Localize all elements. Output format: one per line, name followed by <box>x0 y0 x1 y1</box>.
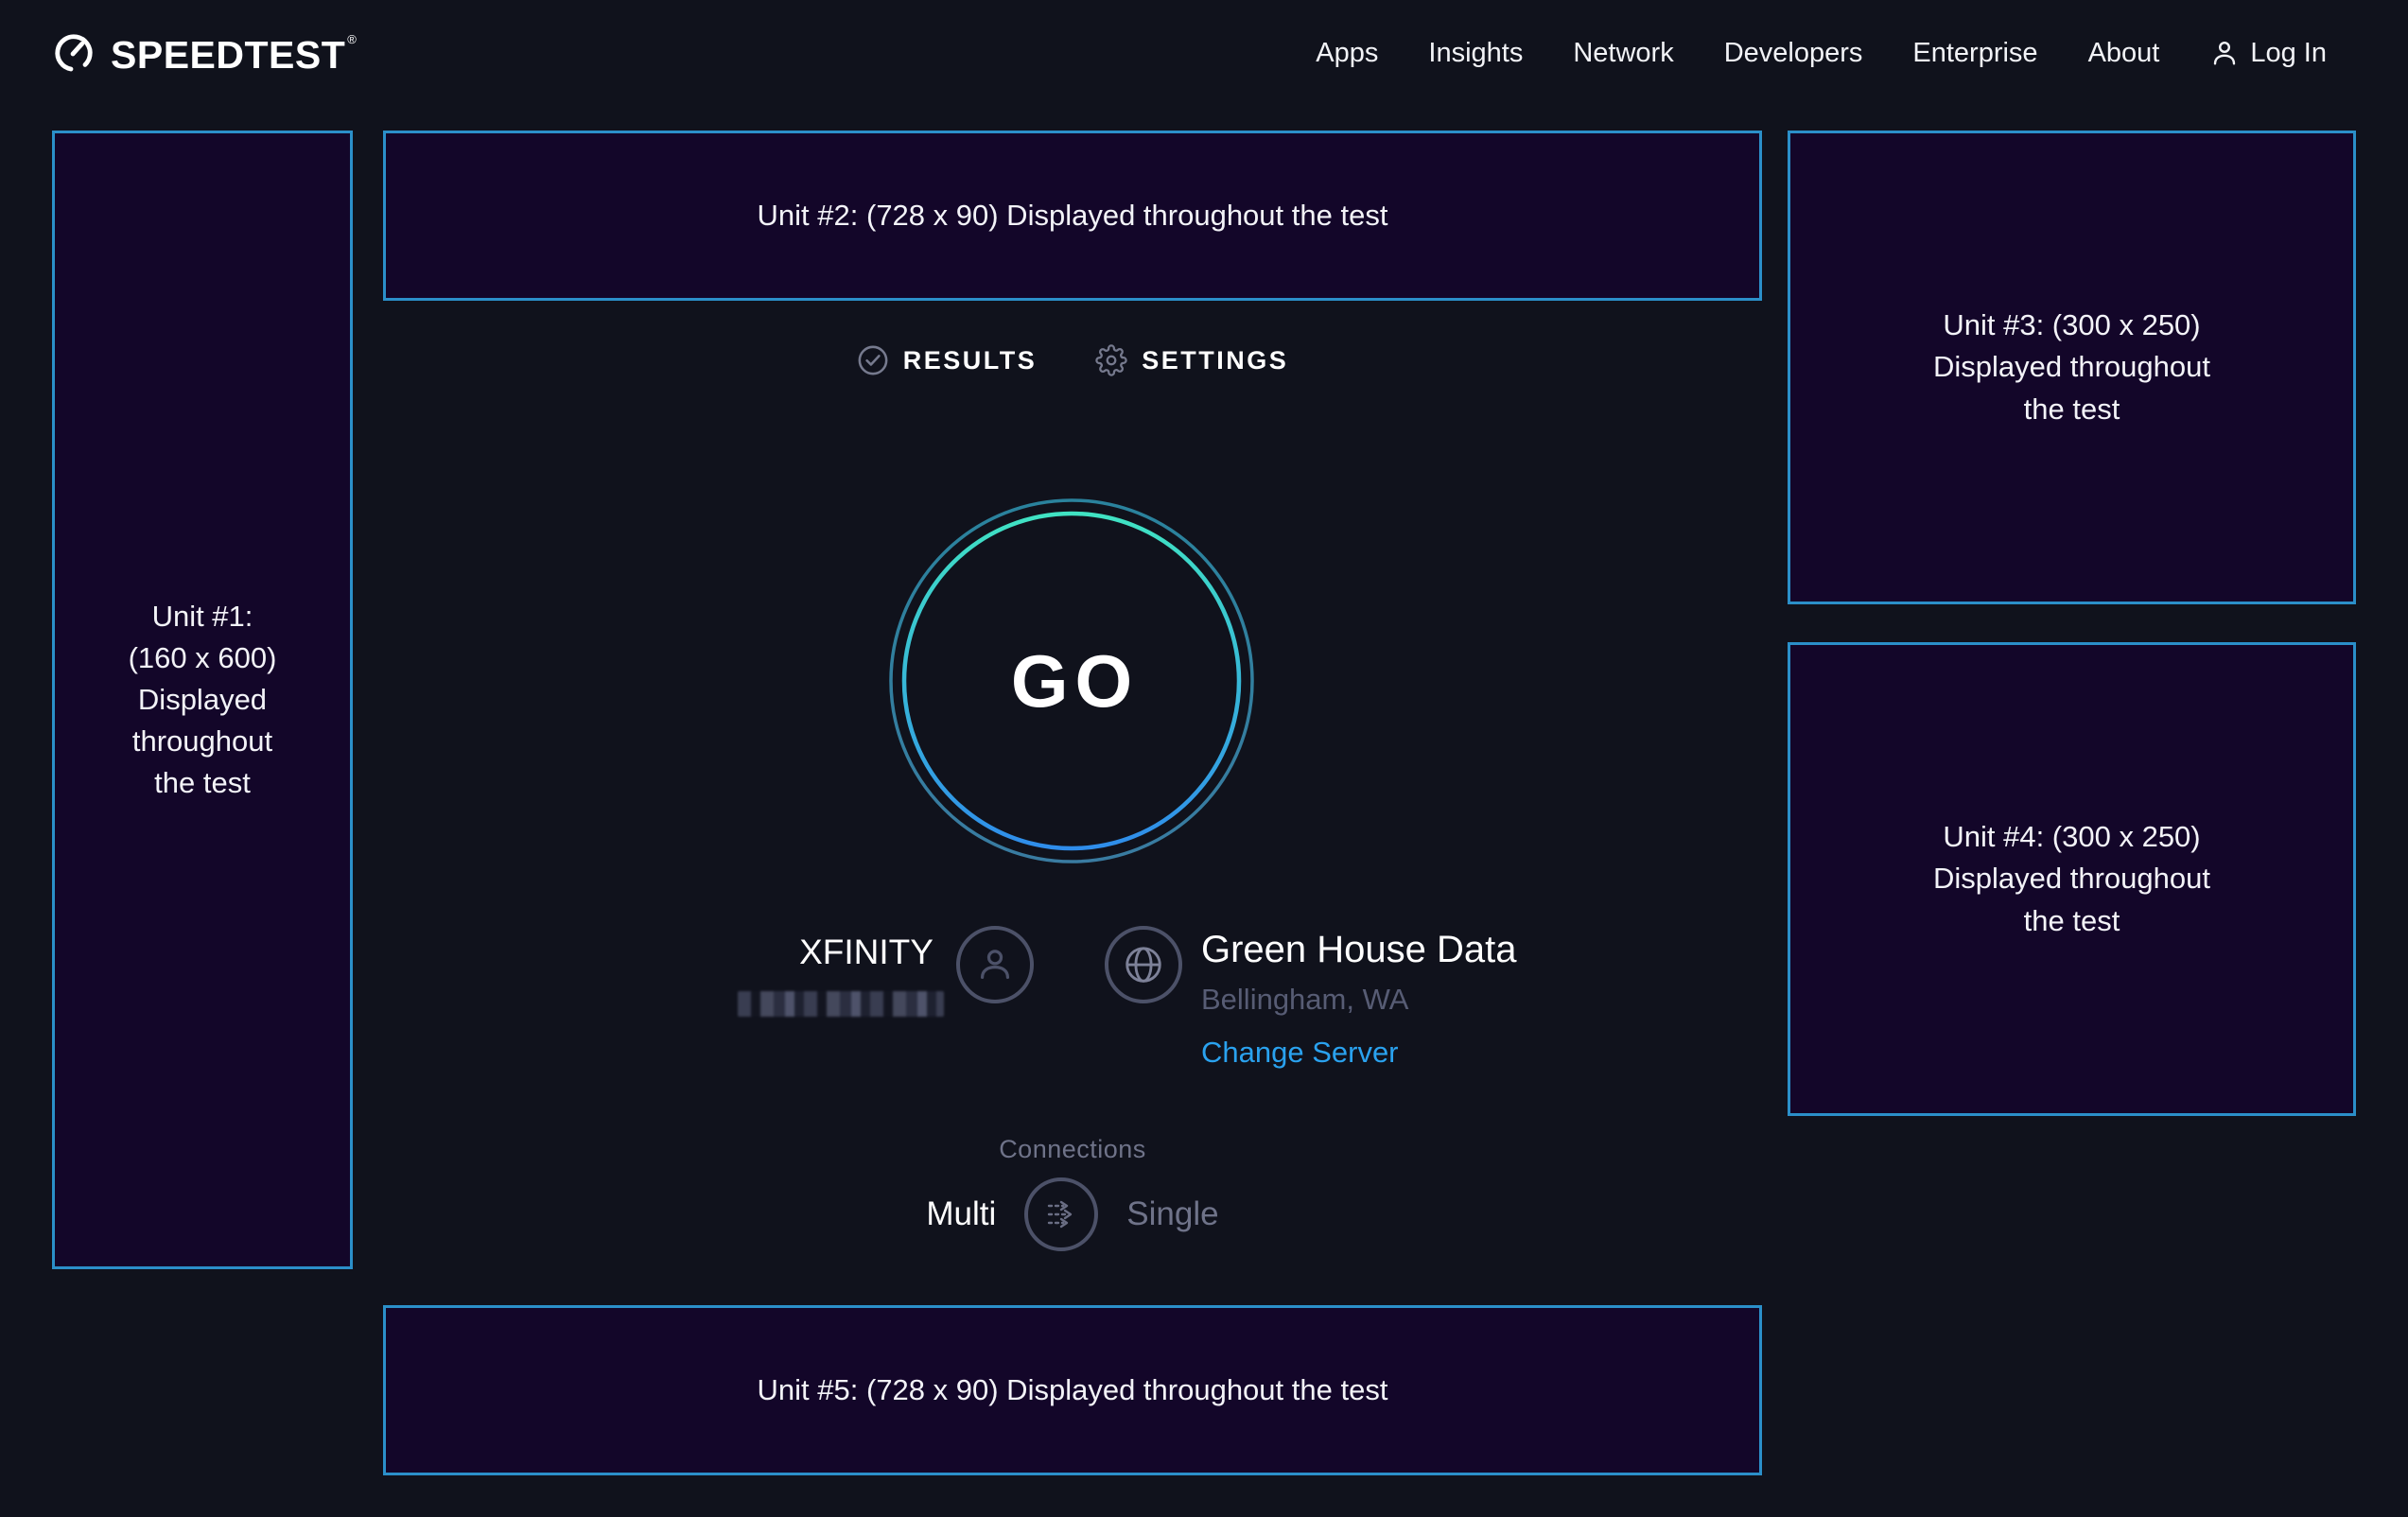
change-server-link[interactable]: Change Server <box>1201 1037 1517 1067</box>
connections-multi-label[interactable]: Multi <box>926 1195 996 1233</box>
speedtest-page: SPEEDTEST® Apps Insights Network Develop… <box>0 0 2408 1517</box>
ad-unit-1-160x600[interactable]: Unit #1: (160 x 600) Displayed throughou… <box>52 131 353 1269</box>
tab-settings[interactable]: SETTINGS <box>1095 344 1288 376</box>
ad-unit-5-728x90[interactable]: Unit #5: (728 x 90) Displayed throughout… <box>383 1305 1762 1475</box>
connections-row: Multi Single <box>383 1177 1762 1251</box>
connections-toggle[interactable] <box>1024 1177 1098 1251</box>
server-location: Bellingham, WA <box>1201 985 1517 1014</box>
person-icon <box>973 943 1017 986</box>
speedtest-logo[interactable]: SPEEDTEST® <box>52 31 357 75</box>
check-circle-icon <box>857 344 889 376</box>
go-button[interactable]: GO <box>882 492 1261 870</box>
nav-item-network[interactable]: Network <box>1573 40 1673 67</box>
tab-results-label: RESULTS <box>903 346 1038 375</box>
go-button-label: GO <box>882 492 1261 870</box>
nav-item-about[interactable]: About <box>2088 40 2160 67</box>
ad-unit-1-text: Unit #1: (160 x 600) Displayed throughou… <box>129 596 277 804</box>
main-nav: Apps Insights Network Developers Enterpr… <box>1316 38 2327 69</box>
trademark-symbol: ® <box>347 32 357 46</box>
user-icon <box>2209 38 2240 68</box>
speedometer-gauge-icon <box>52 31 96 75</box>
connections-single-label[interactable]: Single <box>1126 1195 1218 1233</box>
redacted-ip-address <box>738 991 944 1017</box>
header: SPEEDTEST® Apps Insights Network Develop… <box>0 0 2408 106</box>
view-tabs: RESULTS SETTINGS <box>383 344 1762 376</box>
gear-icon <box>1095 344 1127 376</box>
server-info: Green House Data Bellingham, WA Change S… <box>1201 931 1517 1067</box>
nav-item-insights[interactable]: Insights <box>1428 40 1523 67</box>
nav-item-developers[interactable]: Developers <box>1724 40 1863 67</box>
ad-unit-4-text: Unit #4: (300 x 250) Displayed throughou… <box>1933 816 2210 941</box>
globe-icon <box>1122 943 1165 986</box>
nav-item-apps[interactable]: Apps <box>1316 40 1378 67</box>
nav-item-enterprise[interactable]: Enterprise <box>1912 40 2037 67</box>
ad-unit-5-text: Unit #5: (728 x 90) Displayed throughout… <box>758 1369 1388 1411</box>
logo-wordmark: SPEEDTEST® <box>111 32 357 75</box>
ad-unit-2-text: Unit #2: (728 x 90) Displayed throughout… <box>758 195 1388 236</box>
ad-unit-3-text: Unit #3: (300 x 250) Displayed throughou… <box>1933 305 2210 429</box>
login-label: Log In <box>2250 38 2327 69</box>
ad-unit-2-728x90[interactable]: Unit #2: (728 x 90) Displayed throughout… <box>383 131 1762 301</box>
connections-title: Connections <box>383 1135 1762 1164</box>
server-name: Green House Data <box>1201 931 1517 968</box>
logo-text: SPEEDTEST <box>111 33 345 77</box>
login-button[interactable]: Log In <box>2209 38 2327 69</box>
tab-settings-label: SETTINGS <box>1142 346 1288 375</box>
server-globe-badge <box>1105 926 1182 1003</box>
ad-unit-4-300x250[interactable]: Unit #4: (300 x 250) Displayed throughou… <box>1788 642 2356 1116</box>
ad-unit-3-300x250[interactable]: Unit #3: (300 x 250) Displayed throughou… <box>1788 131 2356 604</box>
tab-results[interactable]: RESULTS <box>857 344 1038 376</box>
isp-avatar <box>956 926 1034 1003</box>
multi-connection-arrows-icon <box>1041 1194 1081 1234</box>
